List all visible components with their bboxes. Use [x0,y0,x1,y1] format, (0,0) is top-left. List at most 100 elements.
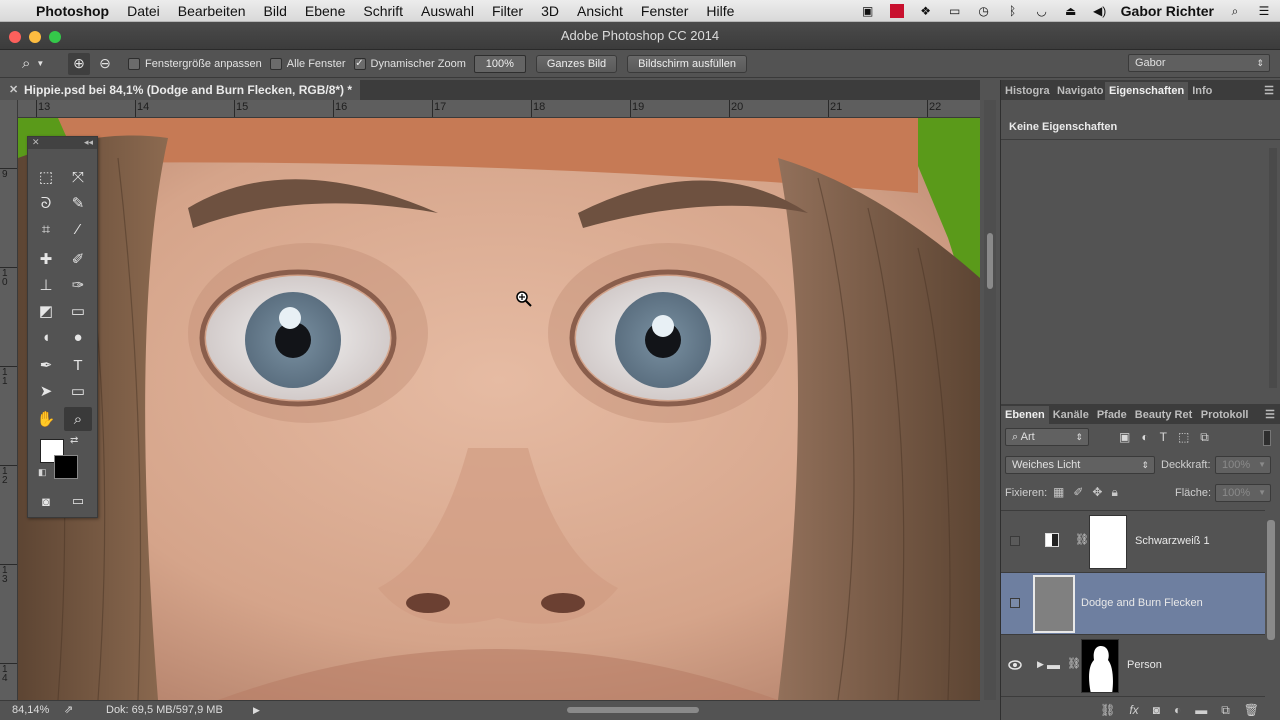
notification-center-icon[interactable]: ☰ [1256,4,1272,18]
swap-colors-icon[interactable]: ⇄ [70,435,78,446]
menu-datei[interactable]: Datei [127,3,160,19]
wifi-icon[interactable]: ◡ [1034,4,1050,18]
vertical-ruler[interactable]: 9 1 0 1 1 1 2 1 3 1 4 [0,100,18,700]
panel-menu-icon[interactable]: ☰ [1265,408,1275,421]
layer-name[interactable]: Dodge and Burn Flecken [1081,597,1203,609]
tab-paths[interactable]: Pfade [1093,406,1131,424]
user-name[interactable]: Gabor Richter [1121,3,1214,19]
tab-history[interactable]: Protokoll [1197,406,1253,424]
layer-row-dodge-burn[interactable]: Dodge and Burn Flecken [1001,573,1265,635]
tools-panel-header[interactable]: ✕ ◂◂ [28,137,97,149]
menu-ansicht[interactable]: Ansicht [577,3,623,19]
lasso-tool[interactable]: ᘐ [32,191,60,215]
mask-link-icon[interactable]: ⛓ [1075,533,1089,546]
app-status-icon[interactable] [889,4,905,18]
close-panel-icon[interactable]: ✕ [32,137,40,148]
disclosure-triangle-icon[interactable]: ▶ [1037,659,1044,670]
lock-transparent-pixels-icon[interactable]: ▦ [1053,485,1064,500]
hand-tool[interactable]: ✋ [32,407,60,431]
brush-tool[interactable]: ✐ [64,247,92,271]
collapse-panel-icon[interactable]: ◂◂ [84,137,93,148]
tab-histogram[interactable]: Histogra [1001,82,1053,100]
background-color-swatch[interactable] [54,455,78,479]
gradient-tool[interactable]: ▭ [64,299,92,323]
display-icon[interactable]: ▣ [860,4,876,18]
menu-bild[interactable]: Bild [264,3,287,19]
layer-row-schwarzweiss[interactable]: ⛓ Schwarzweiß 1 [1001,511,1265,573]
menu-3d[interactable]: 3D [541,3,559,19]
layer-name[interactable]: Person [1127,659,1162,671]
share-icon[interactable]: ⇗ [64,701,73,719]
tab-channels[interactable]: Kanäle [1049,406,1093,424]
menu-fenster[interactable]: Fenster [641,3,688,19]
path-selection-tool[interactable]: ➤ [32,379,60,403]
close-tab-icon[interactable]: ✕ [9,80,18,100]
scrollbar-thumb[interactable] [987,233,993,289]
pen-tool[interactable]: ✒ [32,353,60,377]
resize-windows-checkbox[interactable] [128,57,140,70]
zoom-level[interactable]: 84,14% [12,701,49,719]
new-group-icon[interactable]: ▬ [1195,703,1207,717]
link-layers-icon[interactable]: ⛓ [1100,703,1115,717]
eject-icon[interactable]: ⏏ [1063,4,1079,18]
lock-all-icon[interactable]: 🔒︎ [1111,485,1117,500]
tab-properties[interactable]: Eigenschaften [1105,82,1189,100]
horizontal-scrollbar-thumb[interactable] [567,707,699,713]
horizontal-ruler[interactable]: 13 14 15 16 17 18 19 20 21 22 [18,100,980,118]
menu-auswahl[interactable]: Auswahl [421,3,474,19]
time-machine-icon[interactable]: ◷ [976,4,992,18]
lock-image-pixels-icon[interactable]: ✐ [1073,485,1083,500]
status-menu-arrow-icon[interactable]: ▶ [253,701,260,719]
minimize-window-button[interactable] [29,31,41,43]
layer-mask-thumbnail[interactable] [1081,639,1119,693]
menu-ebene[interactable]: Ebene [305,3,345,19]
all-windows-checkbox[interactable] [269,57,282,70]
filter-type-layers-icon[interactable]: T [1160,430,1167,445]
layer-mask-thumbnail[interactable] [1089,515,1127,569]
document-tab[interactable]: ✕ Hippie.psd bei 84,1% (Dodge and Burn F… [0,80,360,100]
dodge-tool[interactable]: ● [64,325,92,349]
quick-mask-button[interactable]: ◙ [32,489,60,513]
zoom-window-button[interactable] [49,31,61,43]
default-colors-icon[interactable]: ◧ [38,467,47,478]
rectangle-tool[interactable]: ▭ [64,379,92,403]
menu-schrift[interactable]: Schrift [363,3,403,19]
delete-layer-icon[interactable]: 🗑︎ [1244,703,1259,717]
filter-shape-layers-icon[interactable]: ⬚ [1178,430,1189,445]
close-window-button[interactable] [9,31,21,43]
blend-mode-select[interactable]: Weiches Licht ⇕ [1005,456,1155,474]
zoom-out-button[interactable]: ⊖ [94,53,116,75]
properties-scrollbar[interactable] [1269,148,1277,388]
tab-beauty-retouch[interactable]: Beauty Ret [1131,406,1197,424]
screen-mode-button[interactable]: ▭ [64,489,92,513]
zoom-100-button[interactable]: 100% [473,54,526,73]
menu-bearbeiten[interactable]: Bearbeiten [178,3,246,19]
eyedropper-tool[interactable]: ⁄ [64,217,92,241]
tool-preset-picker[interactable]: ⌕ ▼ [0,55,60,72]
layers-scrollbar-thumb[interactable] [1267,520,1275,640]
marquee-tool[interactable]: ⬚ [32,165,60,189]
menu-hilfe[interactable]: Hilfe [706,3,734,19]
layer-filter-kind-select[interactable]: ⌕ Art ⇕ [1005,428,1089,446]
zoom-tool[interactable]: ⌕ [64,407,92,431]
filter-smart-objects-icon[interactable]: ⧉ [1200,430,1209,445]
volume-icon[interactable]: ◀) [1092,4,1108,18]
lock-position-icon[interactable]: ✥ [1092,485,1102,500]
fill-field[interactable]: 100% ▼ [1215,484,1271,502]
airplay-icon[interactable]: ▭ [947,4,963,18]
crop-tool[interactable]: ⌗ [32,217,60,241]
fit-screen-button[interactable]: Ganzes Bild [535,54,618,73]
spotlight-search-icon[interactable]: ⌕ [1227,4,1243,18]
opacity-field[interactable]: 100% ▼ [1215,456,1271,474]
new-layer-icon[interactable]: ⧉ [1221,703,1230,718]
layer-style-icon[interactable]: fx [1129,703,1138,717]
layer-visibility-toggle[interactable] [1007,595,1023,611]
filter-pixel-layers-icon[interactable]: ▣ [1119,430,1130,445]
zoom-in-button[interactable]: ⊕ [68,52,90,75]
eraser-tool[interactable]: ◩ [32,299,60,323]
move-tool[interactable]: ⤧ [64,165,92,189]
workspace-select[interactable]: Gabor ⇕ [1128,54,1270,72]
layer-thumbnail[interactable] [1033,575,1075,633]
mask-link-icon[interactable]: ⛓ [1067,657,1081,670]
type-tool[interactable]: T [64,353,92,377]
